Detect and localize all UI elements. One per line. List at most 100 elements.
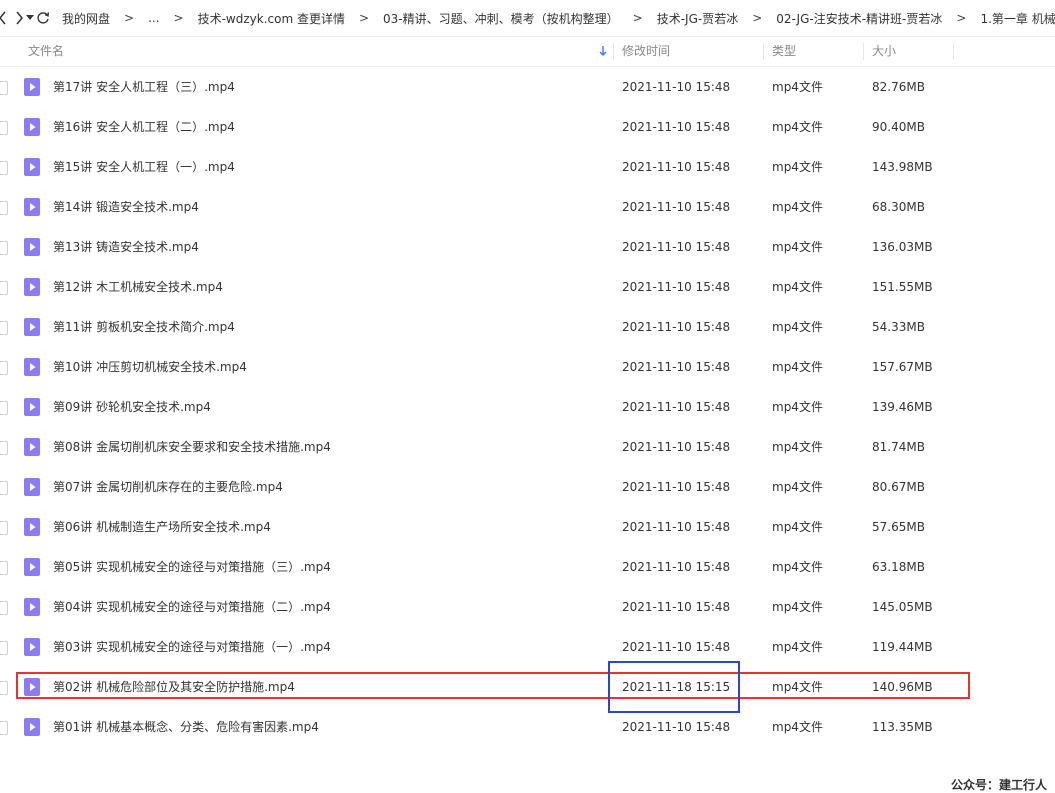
file-name[interactable]: 第05讲 实现机械安全的途径与对策措施（三）.mp4 [53, 547, 331, 587]
column-header-modified[interactable]: 修改时间 [622, 37, 670, 66]
column-header-size[interactable]: 大小 [872, 37, 896, 66]
file-name[interactable]: 第03讲 实现机械安全的途径与对策措施（一）.mp4 [53, 627, 331, 667]
file-row[interactable]: 第08讲 金属切削机床安全要求和安全技术措施.mp4 2021-11-10 15:… [0, 427, 1055, 467]
file-row[interactable]: 第07讲 金属切削机床存在的主要危险.mp4 2021-11-10 15:48 mp… [0, 467, 1055, 507]
file-row[interactable]: 第01讲 机械基本概念、分类、危险有害因素.mp4 2021-11-10 15:4… [0, 707, 1055, 747]
file-modified-time: 2021-11-10 15:48 [622, 720, 731, 734]
file-name[interactable]: 第10讲 冲压剪切机械安全技术.mp4 [53, 347, 247, 387]
file-name[interactable]: 第13讲 铸造安全技术.mp4 [53, 227, 199, 267]
row-checkbox[interactable] [0, 401, 8, 415]
file-modified-time: 2021-11-10 15:48 [622, 320, 731, 334]
video-file-icon [24, 518, 40, 536]
video-file-icon [24, 198, 40, 216]
file-type: mp4文件 [772, 120, 823, 134]
caret-down-icon [26, 15, 34, 20]
forward-button[interactable] [14, 6, 24, 30]
file-modified-time: 2021-11-10 15:48 [622, 200, 731, 214]
video-file-icon [24, 238, 40, 256]
row-checkbox[interactable] [0, 721, 8, 735]
column-header-type[interactable]: 类型 [772, 37, 796, 66]
breadcrumb-item[interactable]: 技术-JG-贾若冰 [653, 10, 743, 27]
file-name[interactable]: 第11讲 剪板机安全技术简介.mp4 [53, 307, 235, 347]
file-row[interactable]: 第09讲 砂轮机安全技术.mp4 2021-11-10 15:48 mp4文件 139… [0, 387, 1055, 427]
arrow-down-icon[interactable] [598, 45, 608, 57]
breadcrumb-item[interactable]: 02-JG-注安技术-精讲班-贾若冰 [772, 10, 946, 27]
file-name[interactable]: 第06讲 机械制造生产场所安全技术.mp4 [53, 507, 271, 547]
row-checkbox[interactable] [0, 81, 8, 95]
file-name[interactable]: 第17讲 安全人机工程（三）.mp4 [53, 67, 235, 107]
column-divider[interactable] [953, 43, 954, 60]
video-file-icon [24, 278, 40, 296]
breadcrumb-separator: > [956, 11, 967, 25]
file-name[interactable]: 第16讲 安全人机工程（二）.mp4 [53, 107, 235, 147]
column-divider[interactable] [763, 43, 764, 60]
file-row[interactable]: 第06讲 机械制造生产场所安全技术.mp4 2021-11-10 15:48 mp4… [0, 507, 1055, 547]
file-row[interactable]: 第05讲 实现机械安全的途径与对策措施（三）.mp4 2021-11-10 15:… [0, 547, 1055, 587]
file-size: 136.03MB [872, 240, 933, 254]
file-name[interactable]: 第14讲 锻造安全技术.mp4 [53, 187, 199, 227]
file-row[interactable]: 第03讲 实现机械安全的途径与对策措施（一）.mp4 2021-11-10 15:… [0, 627, 1055, 667]
row-checkbox[interactable] [0, 321, 8, 335]
file-row[interactable]: 第12讲 木工机械安全技术.mp4 2021-11-10 15:48 mp4文件 15… [0, 267, 1055, 307]
file-list-header: 文件名 修改时间 类型 大小 [0, 37, 1055, 67]
file-size: 57.65MB [872, 520, 925, 534]
row-checkbox[interactable] [0, 441, 8, 455]
column-divider[interactable] [613, 43, 614, 60]
row-checkbox[interactable] [0, 121, 8, 135]
breadcrumb: 我的网盘 >... > 技术-wdzyk.com 查更详情 >03-精讲、习题、冲刺、模… [58, 10, 1055, 27]
breadcrumb-separator: > [752, 11, 763, 25]
file-row[interactable]: 第14讲 锻造安全技术.mp4 2021-11-10 15:48 mp4文件 68.3… [0, 187, 1055, 227]
file-row[interactable]: 第04讲 实现机械安全的途径与对策措施（二）.mp4 2021-11-10 15:… [0, 587, 1055, 627]
highlight-date-box [608, 661, 740, 713]
back-button[interactable] [0, 6, 8, 30]
column-header-name[interactable]: 文件名 [28, 37, 64, 66]
row-checkbox[interactable] [0, 561, 8, 575]
history-dropdown-button[interactable] [26, 6, 34, 30]
row-checkbox[interactable] [0, 601, 8, 615]
breadcrumb-separator: > [632, 11, 643, 25]
watermark-text: 公众号：建工行人 [951, 778, 1048, 792]
video-file-icon [24, 158, 40, 176]
file-name[interactable]: 第15讲 安全人机工程（一）.mp4 [53, 147, 235, 187]
refresh-button[interactable] [36, 6, 50, 30]
breadcrumb-item[interactable]: 1.第一章 机械 [976, 10, 1055, 27]
breadcrumb-item[interactable]: 我的网盘 [58, 10, 114, 27]
file-type: mp4文件 [772, 560, 823, 574]
file-name[interactable]: 第09讲 砂轮机安全技术.mp4 [53, 387, 211, 427]
row-checkbox[interactable] [0, 161, 8, 175]
file-type: mp4文件 [772, 520, 823, 534]
file-modified-time: 2021-11-10 15:48 [622, 600, 731, 614]
row-checkbox[interactable] [0, 201, 8, 215]
row-checkbox[interactable] [0, 521, 8, 535]
video-file-icon [24, 438, 40, 456]
row-checkbox[interactable] [0, 281, 8, 295]
file-row[interactable]: 第15讲 安全人机工程（一）.mp4 2021-11-10 15:48 mp4文件 1… [0, 147, 1055, 187]
file-row[interactable]: 第17讲 安全人机工程（三）.mp4 2021-11-10 15:48 mp4文件 8… [0, 67, 1055, 107]
file-name[interactable]: 第08讲 金属切削机床安全要求和安全技术措施.mp4 [53, 427, 331, 467]
row-checkbox[interactable] [0, 481, 8, 495]
file-name[interactable]: 第12讲 木工机械安全技术.mp4 [53, 267, 223, 307]
video-file-icon [24, 78, 40, 96]
row-checkbox[interactable] [0, 241, 8, 255]
breadcrumb-item[interactable]: 03-精讲、习题、冲刺、模考（按机构整理） [379, 10, 623, 27]
file-row[interactable]: 第13讲 铸造安全技术.mp4 2021-11-10 15:48 mp4文件 136.… [0, 227, 1055, 267]
file-size: 81.74MB [872, 440, 925, 454]
breadcrumb-item[interactable]: ... [144, 11, 163, 25]
row-checkbox[interactable] [0, 681, 8, 695]
breadcrumb-item[interactable]: 技术-wdzyk.com 查更详情 [194, 10, 349, 27]
row-checkbox[interactable] [0, 641, 8, 655]
file-type: mp4文件 [772, 640, 823, 654]
row-checkbox[interactable] [0, 361, 8, 375]
file-modified-time: 2021-11-10 15:48 [622, 400, 731, 414]
file-row[interactable]: 第10讲 冲压剪切机械安全技术.mp4 2021-11-10 15:48 mp4文件… [0, 347, 1055, 387]
file-name[interactable]: 第01讲 机械基本概念、分类、危险有害因素.mp4 [53, 707, 319, 747]
file-row[interactable]: 第11讲 剪板机安全技术简介.mp4 2021-11-10 15:48 mp4文件 5… [0, 307, 1055, 347]
file-modified-time: 2021-11-10 15:48 [622, 480, 731, 494]
column-divider[interactable] [863, 43, 864, 60]
file-type: mp4文件 [772, 200, 823, 214]
file-name[interactable]: 第04讲 实现机械安全的途径与对策措施（二）.mp4 [53, 587, 331, 627]
file-size: 82.76MB [872, 80, 925, 94]
file-type: mp4文件 [772, 720, 823, 734]
file-name[interactable]: 第07讲 金属切削机床存在的主要危险.mp4 [53, 467, 283, 507]
file-row[interactable]: 第16讲 安全人机工程（二）.mp4 2021-11-10 15:48 mp4文件 9… [0, 107, 1055, 147]
